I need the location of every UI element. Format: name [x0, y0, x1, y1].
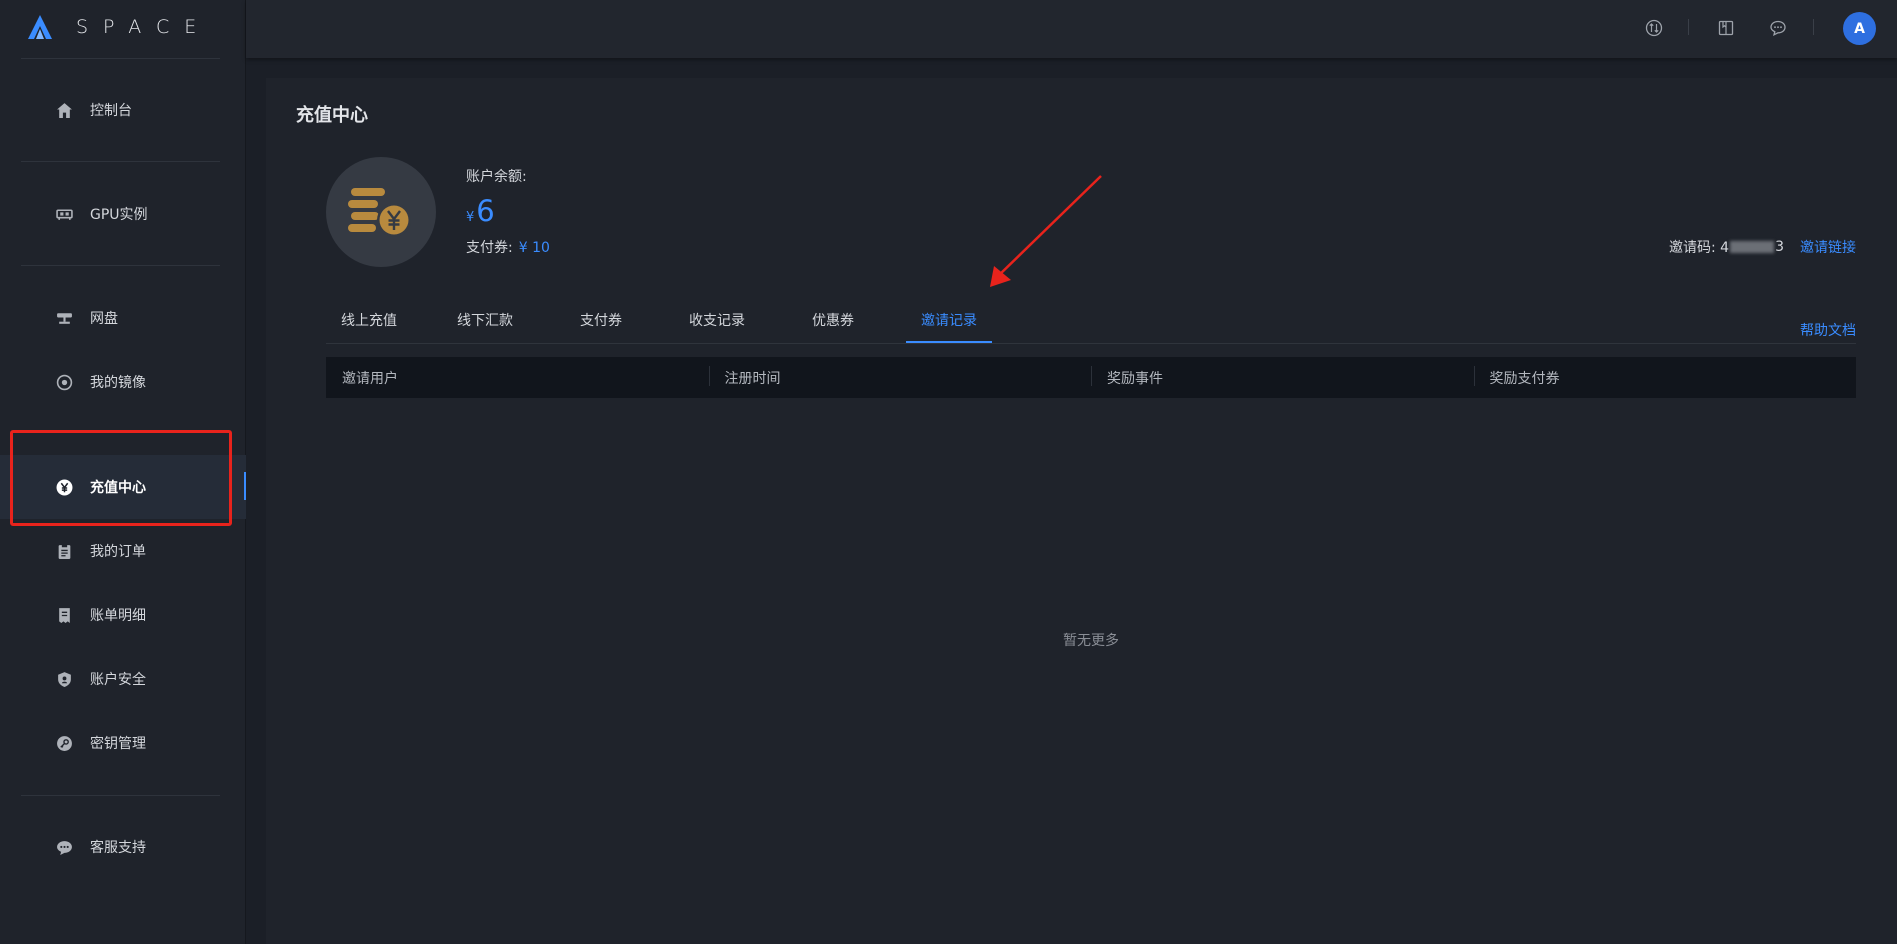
sidebar-item-keys[interactable]: 密钥管理	[0, 719, 246, 767]
sidebar-item-recharge[interactable]: 充值中心	[0, 455, 246, 519]
sidebar-item-images[interactable]: 我的镜像	[0, 358, 246, 406]
table-header: 邀请用户 注册时间 奖励事件 奖励支付券	[326, 357, 1856, 398]
tab-vouchers[interactable]: 支付券	[580, 310, 622, 330]
message-icon[interactable]	[1767, 17, 1789, 39]
voucher-value: ¥ 10	[518, 240, 550, 256]
column-header: 奖励支付券	[1473, 365, 1857, 388]
sidebar-item-label: 账户安全	[90, 672, 146, 688]
book-icon[interactable]	[1715, 17, 1737, 39]
brand-name: SPACE	[76, 16, 212, 38]
home-icon	[55, 101, 73, 119]
sidebar: SPACE 控制台 GPU实例 网盘 我的镜像 充值中心 我的订单 账单明细 账…	[0, 0, 246, 944]
sidebar-divider	[21, 58, 220, 59]
tab-transactions[interactable]: 收支记录	[689, 310, 745, 330]
voucher-label: 支付券:	[466, 240, 513, 256]
chat-icon	[55, 838, 73, 856]
coins-icon	[326, 157, 436, 267]
sidebar-divider	[21, 795, 220, 796]
active-indicator	[244, 472, 246, 500]
sidebar-item-bills[interactable]: 账单明细	[0, 591, 246, 639]
sidebar-item-label: 账单明细	[90, 608, 146, 624]
gpu-icon	[55, 205, 73, 223]
receipt-icon	[55, 606, 73, 624]
sidebar-item-label: 网盘	[90, 311, 118, 327]
invite-code-label: 邀请码: 4	[1669, 240, 1730, 256]
balance-amount: 6	[476, 194, 495, 228]
sidebar-item-label: 密钥管理	[90, 736, 146, 752]
sidebar-item-security[interactable]: 账户安全	[0, 655, 246, 703]
sidebar-item-orders[interactable]: 我的订单	[0, 527, 246, 575]
page-title: 充值中心	[296, 105, 368, 126]
brand-logo[interactable]: SPACE	[26, 12, 211, 42]
column-header: 奖励事件	[1091, 365, 1474, 388]
empty-state-text: 暂无更多	[1063, 633, 1119, 649]
tab-invite-records[interactable]: 邀请记录	[921, 310, 977, 330]
column-header: 注册时间	[708, 365, 1092, 388]
sidebar-item-label: 充值中心	[90, 480, 146, 496]
header-separator	[1813, 19, 1814, 35]
sidebar-item-label: GPU实例	[90, 207, 148, 223]
image-disc-icon	[55, 373, 73, 391]
sidebar-item-support[interactable]: 客服支持	[0, 823, 246, 871]
sidebar-item-storage[interactable]: 网盘	[0, 294, 246, 342]
tab-online-recharge[interactable]: 线上充值	[341, 310, 397, 330]
sidebar-item-label: 我的镜像	[90, 375, 146, 391]
clipboard-icon	[55, 542, 73, 560]
sidebar-item-label: 控制台	[90, 103, 132, 119]
transfer-icon[interactable]	[1643, 17, 1665, 39]
active-tab-underline	[906, 341, 992, 343]
storage-icon	[55, 309, 73, 327]
sidebar-item-gpu[interactable]: GPU实例	[0, 190, 246, 238]
help-doc-link[interactable]: 帮助文档	[1800, 320, 1856, 340]
balance-value: ¥ 6	[466, 194, 495, 228]
redacted-code	[1730, 241, 1775, 253]
app-root: SPACE 控制台 GPU实例 网盘 我的镜像 充值中心 我的订单 账单明细 账…	[0, 0, 1897, 944]
balance-label: 账户余额:	[466, 169, 527, 185]
sidebar-divider	[21, 161, 220, 162]
space-logo-icon	[28, 15, 52, 39]
invite-code: 邀请码: 4 3	[1669, 237, 1784, 257]
column-header: 邀请用户	[342, 370, 398, 387]
sidebar-item-label: 我的订单	[90, 544, 146, 560]
sidebar-item-console[interactable]: 控制台	[0, 86, 246, 134]
recharge-tabs: 线上充值 线下汇款 支付券 收支记录 优惠券 邀请记录	[326, 300, 1856, 344]
avatar[interactable]: A	[1843, 12, 1876, 45]
invite-link[interactable]: 邀请链接	[1800, 237, 1856, 257]
key-icon	[55, 734, 73, 752]
sidebar-divider	[21, 265, 220, 266]
tab-coupons[interactable]: 优惠券	[812, 310, 854, 330]
yen-icon	[55, 478, 73, 496]
voucher-balance: 支付券: ¥ 10	[466, 237, 550, 257]
tab-offline-transfer[interactable]: 线下汇款	[457, 310, 513, 330]
header-separator	[1688, 19, 1689, 35]
invite-code-suffix: 3	[1775, 239, 1784, 255]
shield-icon	[55, 670, 73, 688]
currency-symbol: ¥	[466, 210, 475, 225]
sidebar-item-label: 客服支持	[90, 840, 146, 856]
main-panel	[266, 78, 1897, 944]
